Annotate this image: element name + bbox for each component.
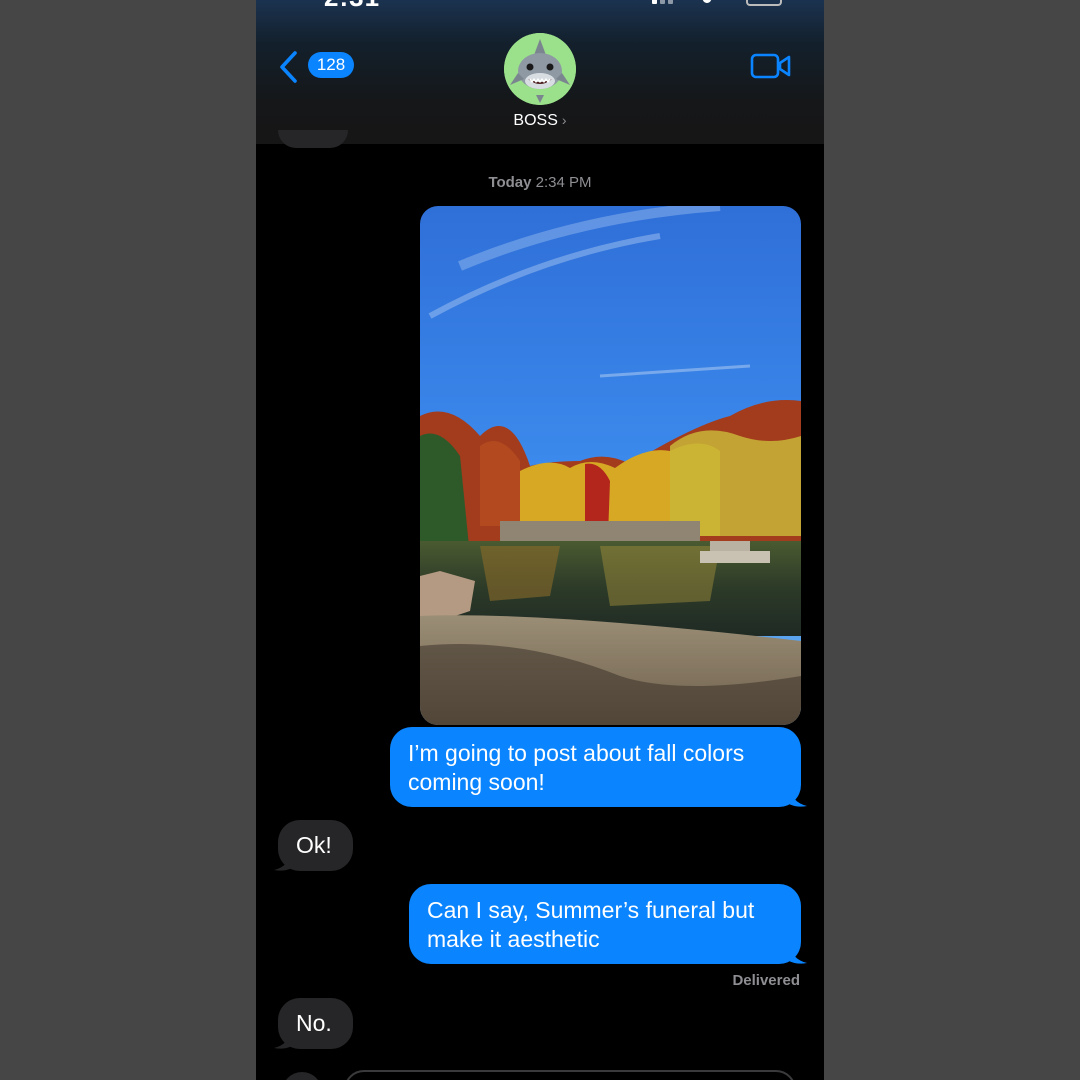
chevron-left-icon xyxy=(280,51,297,83)
signal-icon xyxy=(652,0,657,4)
battery-icon xyxy=(746,0,782,6)
message-input[interactable] xyxy=(344,1070,796,1080)
bubble-tail xyxy=(789,786,807,807)
bubble-tail xyxy=(789,943,807,964)
apps-plus-button[interactable] xyxy=(282,1072,322,1080)
previous-message-bubble xyxy=(278,130,348,148)
timestamp-day: Today xyxy=(488,174,532,191)
shark-icon xyxy=(504,33,576,105)
conversation-header: 2:31 128 xyxy=(256,0,824,144)
sent-photo-message[interactable] xyxy=(420,206,801,725)
delivery-status: Delivered xyxy=(732,972,800,989)
facetime-video-button[interactable] xyxy=(750,52,792,80)
contact-name-label: BOSS xyxy=(513,112,558,129)
autumn-lake-photo xyxy=(420,206,801,725)
timestamp-time: 2:34 PM xyxy=(535,174,592,191)
bubble-tail xyxy=(274,850,292,871)
compose-bar xyxy=(256,1064,824,1080)
status-icons xyxy=(652,0,782,6)
signal-bar xyxy=(668,0,673,4)
signal-bar xyxy=(660,0,665,4)
contact-avatar[interactable] xyxy=(504,33,576,105)
message-timestamp: Today 2:34 PM xyxy=(256,174,824,191)
sent-message-bubble[interactable]: Can I say, Summer’s funeral but make it … xyxy=(409,884,801,964)
video-camera-icon xyxy=(750,53,791,79)
sent-message-bubble[interactable]: I’m going to post about fall colors comi… xyxy=(390,727,801,807)
messages-screen: 2:31 128 xyxy=(256,0,824,1080)
contact-name[interactable]: BOSS › xyxy=(256,112,824,130)
bubble-tail xyxy=(274,1028,292,1049)
unread-count-badge: 128 xyxy=(308,52,354,78)
wifi-icon xyxy=(702,0,712,3)
back-button[interactable]: 128 xyxy=(278,48,358,84)
chevron-right-icon: › xyxy=(561,112,567,128)
status-time: 2:31 xyxy=(324,0,380,13)
